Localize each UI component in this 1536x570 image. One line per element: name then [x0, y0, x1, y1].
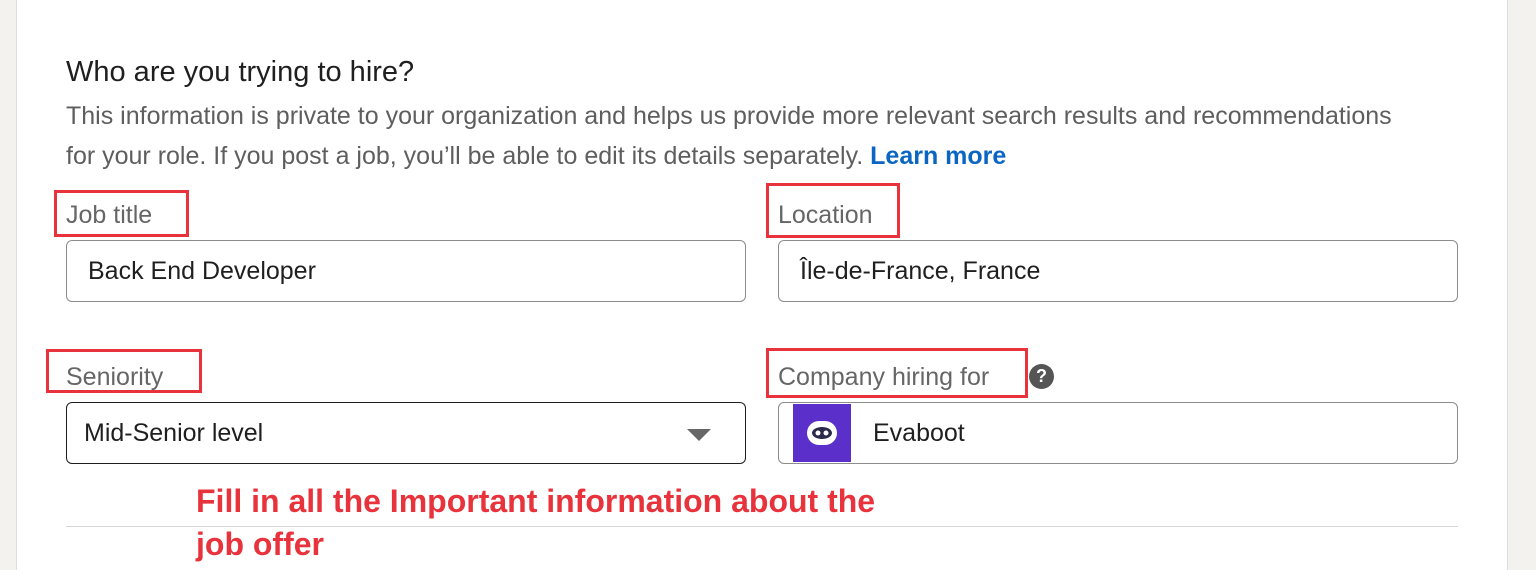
company-input[interactable]: Evaboot — [778, 402, 1458, 464]
location-value: Île-de-France, France — [800, 256, 1041, 285]
job-title-value: Back End Developer — [88, 256, 316, 285]
company-value: Evaboot — [873, 418, 965, 447]
question-icon[interactable]: ? — [1029, 364, 1054, 389]
learn-more-link[interactable]: Learn more — [870, 142, 1006, 170]
annotation-text: Fill in all the Important information ab… — [196, 483, 876, 562]
description-text: This information is private to your orga… — [66, 102, 1392, 170]
seniority-highlight — [46, 349, 202, 393]
company-highlight — [766, 348, 1028, 398]
location-input[interactable]: Île-de-France, France — [778, 240, 1458, 302]
location-highlight — [766, 183, 900, 238]
seniority-select[interactable]: Mid-Senior level — [66, 402, 746, 464]
dropdown-caret-icon — [687, 429, 711, 441]
form-heading: Who are you trying to hire? — [66, 56, 415, 88]
evaboot-logo-icon — [793, 404, 851, 462]
page: Who are you trying to hire? This informa… — [0, 0, 1536, 570]
job-title-input[interactable]: Back End Developer — [66, 240, 746, 302]
seniority-value: Mid-Senior level — [84, 418, 264, 447]
form-description: This information is private to your orga… — [66, 96, 1406, 176]
job-title-highlight — [54, 190, 189, 237]
